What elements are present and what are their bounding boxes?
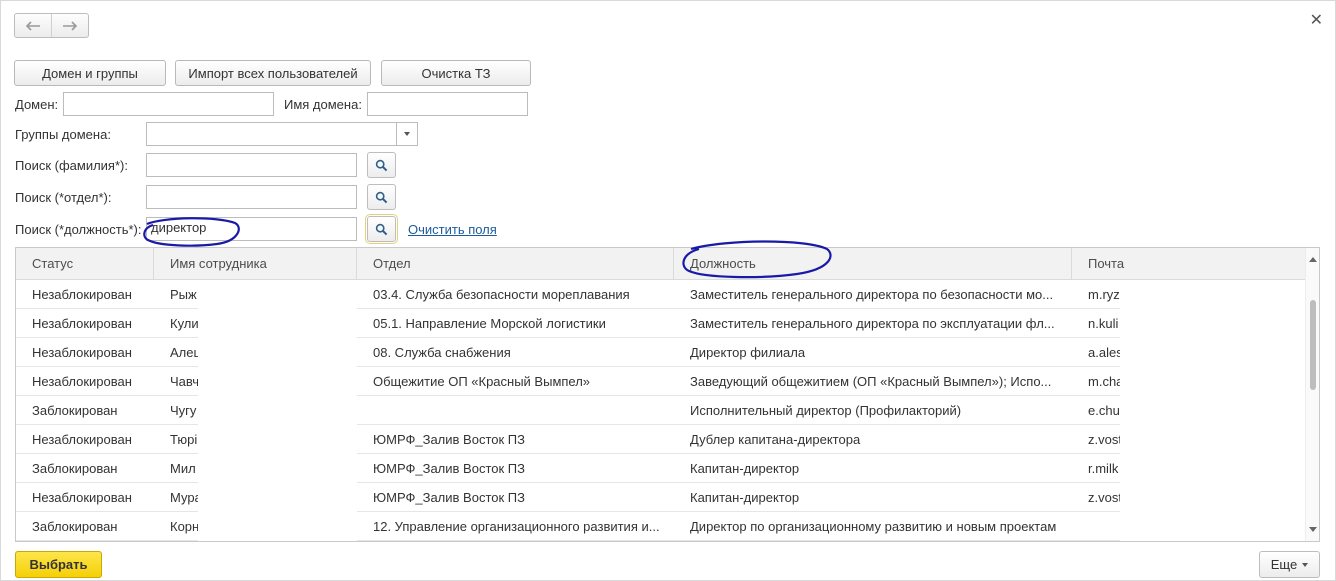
- more-label: Еще: [1270, 557, 1298, 572]
- search-icon: [375, 223, 388, 235]
- vertical-scrollbar[interactable]: [1305, 248, 1319, 541]
- arrow-right-icon: [63, 20, 78, 31]
- cell-status: Заблокирован: [32, 403, 118, 418]
- table-header: Статус Имя сотрудника Отдел Должность По…: [16, 248, 1306, 280]
- clear-fields-link[interactable]: Очистить поля: [408, 222, 497, 237]
- search-dept-button[interactable]: [367, 184, 396, 210]
- scroll-down-icon[interactable]: [1309, 527, 1317, 532]
- import-users-button[interactable]: Импорт всех пользователей: [175, 60, 371, 86]
- domain-groups-button[interactable]: Домен и группы: [14, 60, 166, 86]
- cell-dept: ЮМРФ_Залив Восток ПЗ: [373, 490, 525, 505]
- clear-tz-button[interactable]: Очистка ТЗ: [381, 60, 531, 86]
- chevron-down-icon: [1302, 562, 1309, 567]
- cell-status: Незаблокирован: [32, 490, 132, 505]
- col-status[interactable]: Статус: [16, 248, 154, 280]
- cell-dept: ЮМРФ_Залив Восток ПЗ: [373, 461, 525, 476]
- search-lastname-button[interactable]: [367, 152, 396, 178]
- cell-status: Незаблокирован: [32, 287, 132, 302]
- search-dept-label: Поиск (*отдел*):: [15, 190, 112, 205]
- cell-dept: 05.1. Направление Морской логистики: [373, 316, 606, 331]
- chevron-down-icon: [404, 132, 410, 136]
- search-position-button[interactable]: [365, 214, 398, 244]
- redaction-mask-name: [198, 280, 357, 541]
- cell-status: Заблокирован: [32, 519, 118, 534]
- col-name[interactable]: Имя сотрудника: [154, 248, 357, 280]
- cell-position: Исполнительный директор (Профилакторий): [690, 403, 962, 418]
- search-position-input[interactable]: директор: [146, 217, 357, 241]
- cell-dept: [357, 396, 674, 425]
- col-position[interactable]: Должность: [674, 248, 1072, 280]
- cell-position: Дублер капитана-директора: [690, 432, 861, 447]
- cell-status: Незаблокирован: [32, 374, 132, 389]
- domain-name-label: Имя домена:: [284, 97, 362, 112]
- groups-select[interactable]: [146, 122, 397, 146]
- groups-dropdown-button[interactable]: [397, 122, 418, 146]
- search-position-label: Поиск (*должность*):: [15, 222, 142, 237]
- cell-dept: ЮМРФ_Залив Восток ПЗ: [373, 432, 525, 447]
- groups-label: Группы домена:: [15, 127, 111, 142]
- cell-status: Заблокирован: [32, 461, 118, 476]
- more-button[interactable]: Еще: [1259, 551, 1320, 578]
- forward-button[interactable]: [51, 14, 88, 37]
- cell-position: Капитан-директор: [690, 461, 800, 476]
- search-lastname-input[interactable]: [146, 153, 357, 177]
- cell-position: Директор филиала: [690, 345, 806, 360]
- back-button[interactable]: [15, 14, 51, 37]
- domain-field[interactable]: [63, 92, 274, 116]
- cell-position: Заместитель генерального директора по бе…: [690, 287, 1054, 302]
- domain-name-field[interactable]: [367, 92, 528, 116]
- cell-position: Заместитель генерального директора по эк…: [690, 316, 1055, 331]
- scroll-thumb[interactable]: [1310, 300, 1316, 390]
- scroll-up-icon[interactable]: [1309, 257, 1317, 262]
- nav-buttons: [14, 13, 89, 38]
- cell-position: Директор по организационному развитию и …: [690, 519, 1057, 534]
- cell-dept: Общежитие ОП «Красный Вымпел»: [373, 374, 591, 389]
- dialog-window: ✕ Домен и группы Импорт всех пользовател…: [0, 0, 1336, 581]
- close-icon[interactable]: ✕: [1310, 13, 1323, 29]
- cell-position: Капитан-директор: [690, 490, 800, 505]
- col-mail[interactable]: Почта: [1072, 248, 1306, 280]
- search-icon: [375, 191, 388, 203]
- users-table: Статус Имя сотрудника Отдел Должность По…: [15, 247, 1320, 542]
- arrow-left-icon: [25, 20, 40, 31]
- cell-dept: 03.4. Служба безопасности мореплавания: [373, 287, 630, 302]
- cell-status: Незаблокирован: [32, 345, 132, 360]
- search-dept-input[interactable]: [146, 185, 357, 209]
- cell-status: Незаблокирован: [32, 316, 132, 331]
- domain-label: Домен:: [15, 97, 59, 112]
- cell-status: Незаблокирован: [32, 432, 132, 447]
- col-dept[interactable]: Отдел: [357, 248, 674, 280]
- cell-dept: 12. Управление организационного развития…: [373, 519, 660, 534]
- cell-dept: 08. Служба снабжения: [373, 345, 511, 360]
- search-icon: [375, 159, 388, 171]
- redaction-mask-mail: [1120, 280, 1306, 541]
- select-button[interactable]: Выбрать: [15, 551, 102, 578]
- cell-position: Заведующий общежитием (ОП «Красный Вымпе…: [690, 374, 1052, 389]
- search-lastname-label: Поиск (фамилия*):: [15, 158, 128, 173]
